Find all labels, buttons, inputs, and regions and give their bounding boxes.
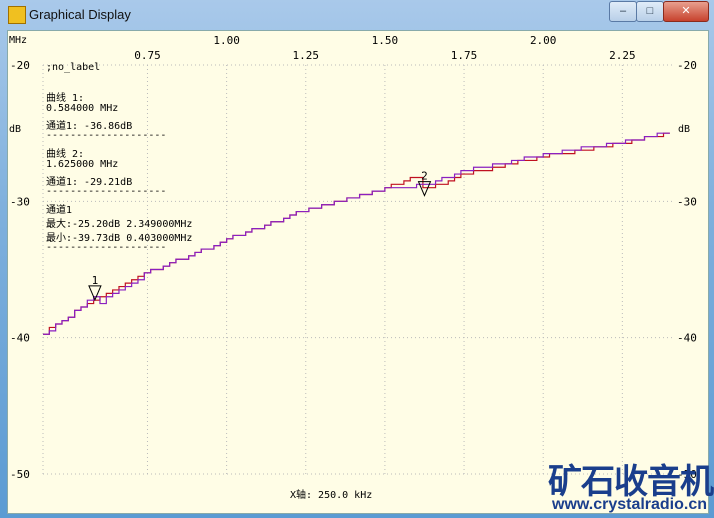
x-tick-label: 2.25 — [609, 49, 636, 62]
info-no-label: ;no_label — [46, 62, 101, 73]
y-tick-label-left: -40 — [10, 332, 30, 345]
x-tick-label: 2.00 — [530, 34, 557, 47]
x-axis-step: X轴: 250.0 kHz — [290, 490, 373, 501]
info-separator: -------------------- — [46, 242, 167, 253]
x-tick-label: 1.25 — [293, 49, 320, 62]
x-tick-label: 1.50 — [372, 34, 399, 47]
y-tick-label-right: -20 — [677, 59, 697, 72]
info-marker2-title: 曲线 2: — [46, 149, 85, 160]
marker-label-2: 2 — [421, 170, 428, 183]
marker-label-1: 1 — [92, 274, 99, 287]
y-tick-label-right: -40 — [677, 332, 697, 345]
marker-triangle-2 — [417, 181, 432, 197]
y-tick-label-left: -20 — [10, 59, 30, 72]
info-marker2-freq: 1.625000 MHz — [46, 159, 119, 170]
info-separator: -------------------- — [46, 186, 167, 197]
info-marker1-freq: 0.584000 MHz — [46, 103, 119, 114]
watermark-url: www.crystalradio.cn — [552, 496, 708, 513]
y-tick-label-left: -30 — [10, 195, 30, 208]
info-channel: 通道1 — [46, 205, 73, 216]
y-tick-label-left: -50 — [10, 468, 30, 481]
x-tick-label: 0.75 — [134, 49, 161, 62]
y-tick-label-right: -30 — [677, 195, 697, 208]
info-marker1-title: 曲线 1: — [46, 93, 85, 104]
x-tick-label: 1.75 — [451, 49, 478, 62]
y-unit-label-left: dB — [9, 124, 22, 135]
info-separator: -------------------- — [46, 130, 167, 141]
marker-triangle-1 — [88, 285, 102, 302]
x-unit-label: MHz — [9, 35, 28, 46]
x-tick-label: 1.00 — [213, 34, 240, 47]
info-max: 最大:-25.20dB 2.349000MHz — [46, 219, 193, 230]
chart: 1.00 1.50 2.00 0.75 1.25 1.75 2.25 -20 -20 -30 -30… — [10, 34, 697, 481]
y-unit-label-right: dB — [678, 124, 691, 135]
